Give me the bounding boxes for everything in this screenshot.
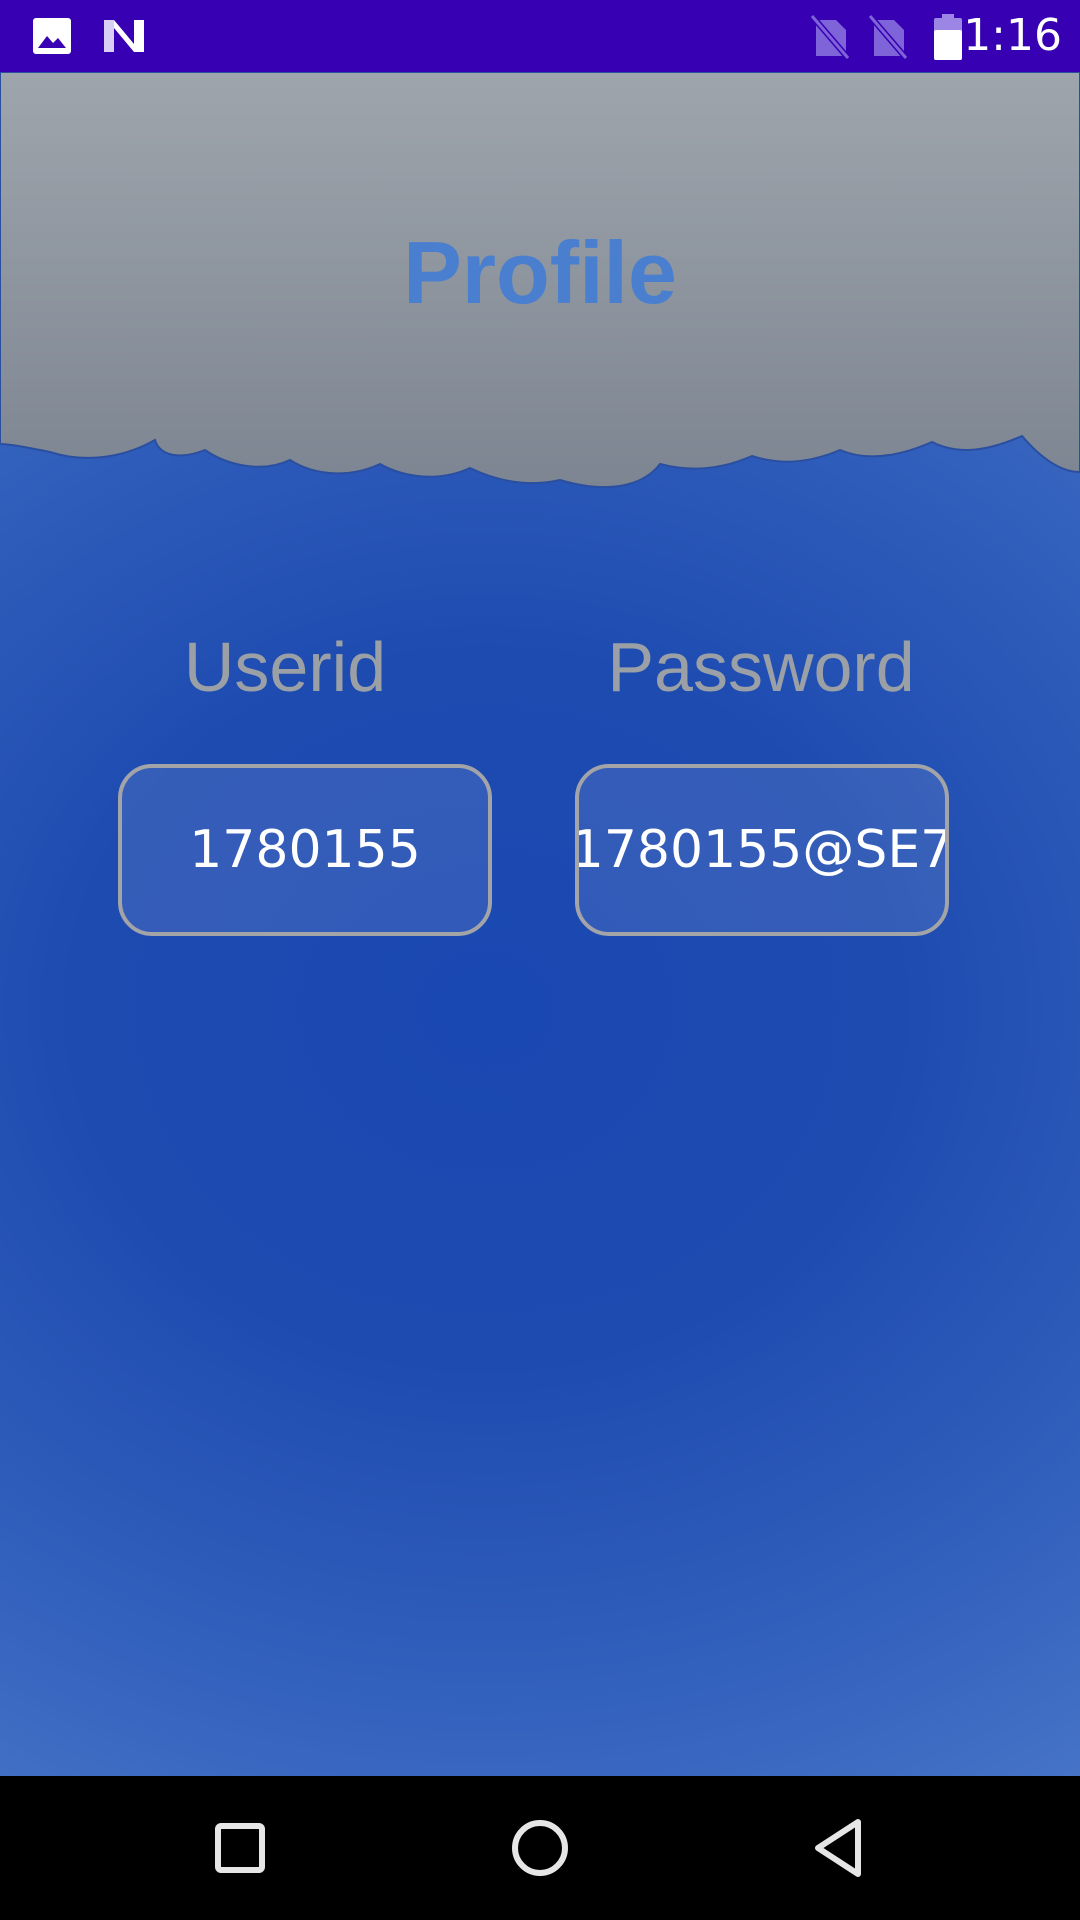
password-label: Password — [607, 628, 915, 706]
battery-icon — [930, 12, 966, 66]
status-bar: 1:16 — [0, 0, 1080, 72]
navigation-bar — [0, 1776, 1080, 1920]
app-content: Profile Userid Password 1780155 1780155@… — [0, 72, 1080, 1776]
back-triangle-icon — [815, 1819, 861, 1877]
back-button[interactable] — [790, 1798, 890, 1898]
userid-label: Userid — [183, 628, 387, 706]
n-notification-icon — [100, 14, 148, 62]
no-sim-icon — [809, 14, 851, 64]
password-field[interactable]: 1780155@SE7 — [575, 764, 949, 936]
no-sim-icon — [867, 14, 909, 64]
password-value: 1780155@SE7 — [575, 820, 949, 880]
recents-button[interactable] — [190, 1798, 290, 1898]
home-button[interactable] — [490, 1798, 590, 1898]
userid-value: 1780155 — [189, 820, 421, 880]
home-circle-icon — [512, 1820, 568, 1876]
recents-square-icon — [215, 1823, 265, 1873]
status-time: 1:16 — [963, 10, 1062, 61]
screen: 1:16 Profile Userid Password 1780155 178… — [0, 0, 1080, 1920]
image-notification-icon — [30, 14, 74, 62]
userid-field[interactable]: 1780155 — [118, 764, 492, 936]
page-title: Profile — [403, 223, 677, 322]
